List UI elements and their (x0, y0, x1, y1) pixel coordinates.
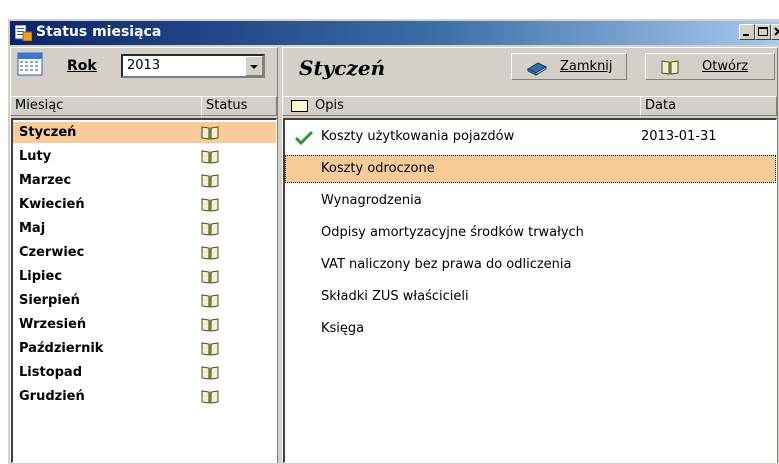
month-row[interactable]: Sierpień (13, 290, 276, 311)
task-row[interactable]: VAT naliczony bez prawa do odliczenia (285, 251, 776, 279)
month-row[interactable]: Wrzesień (13, 314, 276, 335)
tasks-pane: Styczeń Zamknij Otwórz Opis Data Koszty … (282, 47, 778, 463)
header-checkbox-icon (291, 100, 308, 112)
open-book-icon (201, 269, 219, 292)
task-opis: Koszty użytkowania pojazdów (321, 129, 515, 144)
open-book-icon (201, 293, 219, 316)
year-dropdown-button[interactable] (245, 56, 263, 76)
month-name: Sierpień (19, 293, 80, 308)
month-name: Grudzień (19, 389, 85, 404)
zamknij-button[interactable]: Zamknij (511, 53, 627, 80)
year-label: Rok (67, 58, 97, 74)
open-book-icon (201, 197, 219, 220)
month-name: Luty (19, 149, 52, 164)
status-window: Status miesiąca Rok 2013 Miesiąc Status … (7, 18, 779, 464)
year-select[interactable]: 2013 (121, 54, 265, 78)
task-opis: Wynagrodzenia (321, 193, 422, 208)
task-opis: VAT naliczony bez prawa do odliczenia (321, 257, 572, 272)
month-name: Kwiecień (19, 197, 85, 212)
header-data[interactable]: Data (640, 96, 777, 116)
month-name: Czerwiec (19, 245, 85, 260)
open-book-icon (201, 221, 219, 244)
month-row[interactable]: Czerwiec (13, 242, 276, 263)
month-name: Maj (19, 221, 46, 236)
otworz-label: Otwórz (702, 54, 748, 79)
book-open-icon (660, 58, 680, 85)
month-row[interactable]: Lipiec (13, 266, 276, 287)
month-row[interactable]: Maj (13, 218, 276, 239)
checkmark-icon (294, 129, 314, 157)
month-row[interactable]: Październik (13, 338, 276, 359)
window-app-icon (14, 24, 33, 42)
task-row[interactable]: Wynagrodzenia (285, 187, 776, 215)
task-opis: Odpisy amortyzacyjne środków trwałych (321, 225, 584, 240)
month-row[interactable]: Luty (13, 146, 276, 167)
zamknij-text: Zamknij (560, 59, 613, 74)
month-row[interactable]: Styczeń (13, 122, 276, 143)
zamknij-label: Zamknij (560, 54, 613, 79)
task-row[interactable]: Koszty odroczone (285, 155, 776, 183)
year-value: 2013 (127, 58, 161, 73)
open-book-icon (201, 341, 219, 364)
chevron-down-icon (250, 65, 258, 69)
open-book-icon (201, 245, 219, 268)
year-label-text: Rok (67, 58, 97, 74)
maximize-button[interactable] (755, 24, 771, 40)
month-row[interactable]: Grudzień (13, 386, 276, 407)
task-row[interactable]: Składki ZUS właścicieli (285, 283, 776, 311)
month-name: Marzec (19, 173, 72, 188)
open-book-icon (201, 125, 219, 148)
task-opis: Składki ZUS właścicieli (321, 289, 469, 304)
month-name: Wrzesień (19, 317, 87, 332)
months-list: Styczeń Luty Marzec Kwiecień Maj Czerwiec Lipi… (11, 118, 277, 463)
header-opis[interactable]: Opis (282, 96, 642, 116)
book-close-icon (526, 57, 548, 86)
month-name: Październik (19, 341, 104, 356)
minimize-button[interactable] (739, 24, 755, 40)
month-row[interactable]: Listopad (13, 362, 276, 383)
header-month[interactable]: Miesiąc (10, 96, 202, 116)
otworz-text: Otwórz (702, 59, 749, 74)
header-status[interactable]: Status (201, 96, 277, 116)
open-book-icon (201, 317, 219, 340)
month-name: Styczeń (19, 125, 77, 140)
open-book-icon (201, 173, 219, 196)
open-book-icon (201, 365, 219, 388)
month-name: Lipiec (19, 269, 63, 284)
task-row[interactable]: Koszty użytkowania pojazdów 2013-01-31 (285, 123, 776, 151)
title-bar[interactable]: Status miesiąca (10, 21, 779, 45)
months-pane: Rok 2013 Miesiąc Status Styczeń Luty Marze… (10, 47, 278, 463)
task-opis: Koszty odroczone (321, 161, 435, 176)
calendar-icon (17, 52, 43, 76)
month-row[interactable]: Kwiecień (13, 194, 276, 215)
month-row[interactable]: Marzec (13, 170, 276, 191)
tasks-list: Koszty użytkowania pojazdów 2013-01-31 Kos… (283, 118, 777, 463)
otworz-button[interactable]: Otwórz (645, 53, 775, 80)
header-opis-label: Opis (315, 98, 344, 113)
task-opis: Księga (321, 321, 365, 336)
open-book-icon (201, 149, 219, 172)
task-row[interactable]: Księga (285, 315, 776, 343)
task-date: 2013-01-31 (641, 129, 717, 144)
close-window-button[interactable] (771, 24, 779, 40)
task-row[interactable]: Odpisy amortyzacyjne środków trwałych (285, 219, 776, 247)
open-book-icon (201, 389, 219, 412)
month-name: Listopad (19, 365, 83, 380)
month-title: Styczeń (299, 56, 386, 80)
window-title: Status miesiąca (36, 24, 162, 40)
